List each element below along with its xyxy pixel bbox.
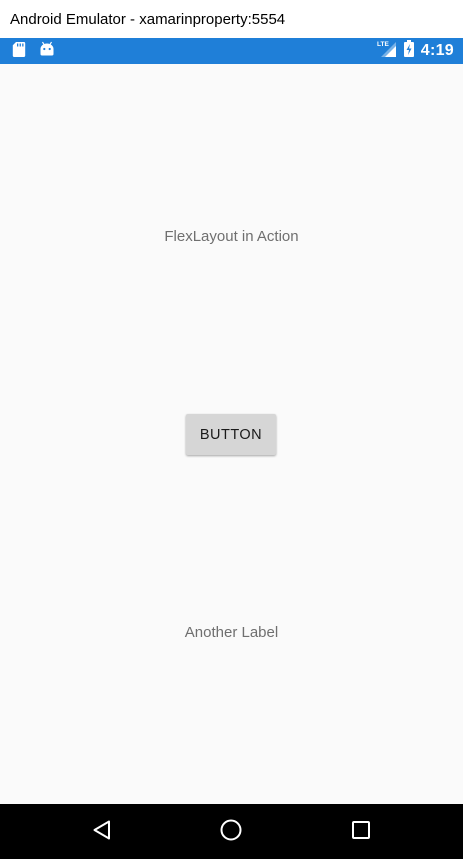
sd-card-icon	[12, 41, 26, 62]
back-icon	[91, 819, 113, 846]
home-icon	[219, 818, 243, 847]
app-content: FlexLayout in Action BUTTON Another Labe…	[0, 64, 463, 804]
status-bar: LTE 4:19	[0, 38, 463, 64]
status-bar-notifications	[12, 41, 55, 62]
main-button[interactable]: BUTTON	[186, 414, 276, 455]
nav-back-button[interactable]	[88, 818, 116, 846]
window-title: Android Emulator - xamarinproperty:5554	[10, 10, 286, 28]
nav-recent-apps-button[interactable]	[347, 818, 375, 846]
android-icon	[39, 41, 55, 61]
emulator-window-titlebar: Android Emulator - xamarinproperty:5554	[0, 0, 463, 38]
lte-signal-icon: LTE	[377, 40, 397, 63]
flexlayout-label: FlexLayout in Action	[164, 228, 299, 245]
recent-apps-icon	[350, 819, 372, 846]
navigation-bar	[0, 804, 463, 859]
status-bar-system-icons: LTE 4:19	[377, 40, 454, 63]
status-time: 4:19	[420, 42, 454, 59]
network-type-label: LTE	[377, 41, 389, 48]
another-label: Another Label	[184, 624, 279, 641]
battery-charging-icon	[403, 40, 414, 62]
nav-home-button[interactable]	[217, 818, 245, 846]
